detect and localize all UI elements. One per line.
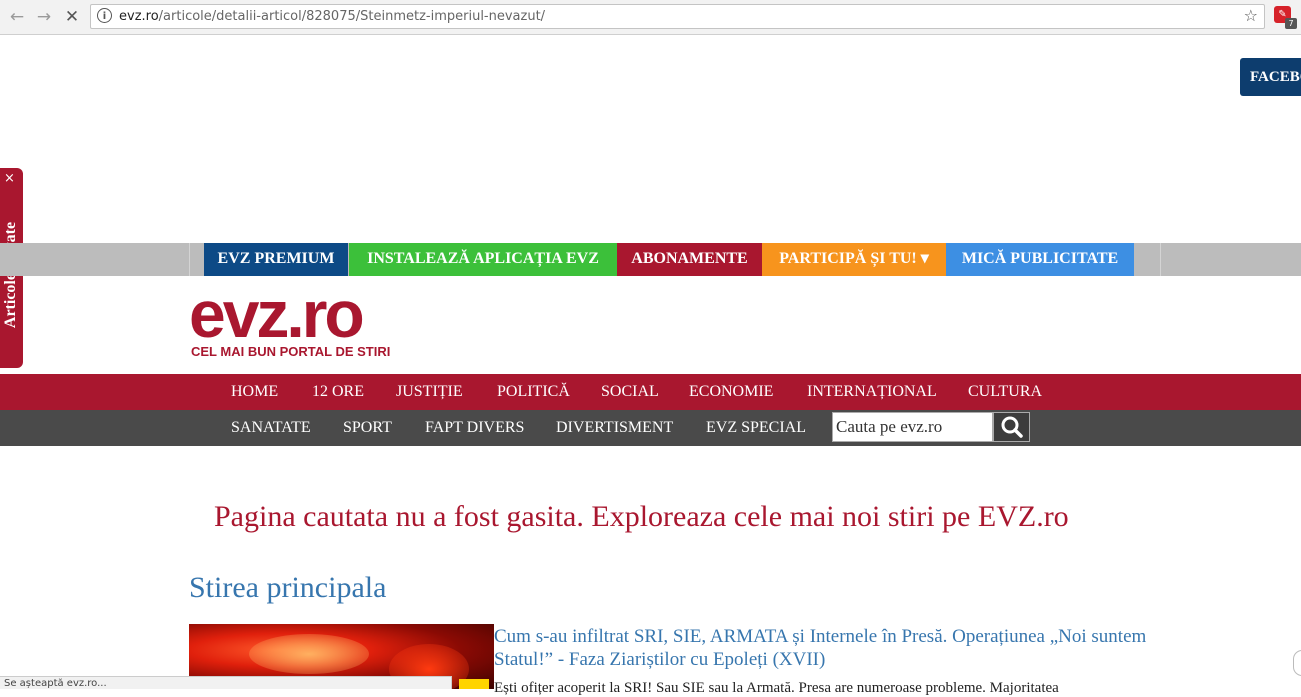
nav-justitie[interactable]: JUSTIȚIE (396, 374, 463, 410)
secondary-nav: SANATATE SPORT FAPT DIVERS DIVERTISMENT … (0, 410, 1301, 446)
url-text[interactable]: evz.ro/articole/detalii-articol/828075/S… (119, 9, 545, 24)
facebook-button[interactable]: FACEBOOK (1240, 58, 1301, 96)
extension-badge: 7 (1285, 18, 1297, 29)
image-highlight (249, 634, 369, 674)
stop-loading-button[interactable]: ✕ (61, 6, 83, 28)
nav-international[interactable]: INTERNAȚIONAL (807, 374, 937, 410)
nav-home[interactable]: HOME (231, 374, 278, 410)
section-title: Stirea principala (189, 571, 387, 604)
subscriptions-link[interactable]: ABONAMENTE (617, 243, 762, 276)
address-bar[interactable]: i evz.ro/articole/detalii-articol/828075… (90, 4, 1265, 29)
not-found-message: Pagina cautata nu a fost gasita. Explore… (214, 500, 1069, 533)
search-button[interactable] (993, 412, 1030, 442)
site-logo[interactable]: evz.ro CEL MAI BUN PORTAL DE STIRI (189, 277, 391, 359)
logo-text: evz.ro (189, 277, 365, 351)
primary-nav: HOME 12 ORE JUSTIȚIE POLITICĂ SOCIAL ECO… (0, 374, 1301, 410)
close-icon[interactable]: × (4, 171, 15, 186)
top-promo-bar: EVZ PREMIUM INSTALEAZĂ APLICAȚIA EVZ ABO… (0, 243, 1301, 276)
scroll-indicator[interactable] (1293, 650, 1301, 676)
nav-divertisment[interactable]: DIVERTISMENT (556, 410, 673, 446)
evz-premium-link[interactable]: EVZ PREMIUM (204, 243, 348, 276)
nav-economie[interactable]: ECONOMIE (689, 374, 773, 410)
nav-12-ore[interactable]: 12 ORE (312, 374, 364, 410)
bookmark-star-icon[interactable]: ☆ (1244, 6, 1258, 25)
nav-cultura[interactable]: CULTURA (968, 374, 1042, 410)
image-detail (459, 679, 489, 689)
install-app-link[interactable]: INSTALEAZĂ APLICAȚIA EVZ (349, 243, 617, 276)
status-bar: Se așteaptă evz.ro... (0, 676, 452, 689)
classifieds-link[interactable]: MICĂ PUBLICITATE (946, 243, 1134, 276)
nav-sanatate[interactable]: SANATATE (231, 410, 311, 446)
participate-dropdown[interactable]: PARTICIPĂ ȘI TU! ▾ (762, 243, 946, 276)
article-headline[interactable]: Cum s-au infiltrat SRI, SIE, ARMATA și I… (494, 625, 1174, 671)
site-info-icon[interactable]: i (97, 8, 112, 23)
back-button[interactable]: ← (6, 6, 28, 28)
nav-fapt-divers[interactable]: FAPT DIVERS (425, 410, 524, 446)
search-icon (1001, 416, 1023, 438)
nav-evz-special[interactable]: EVZ SPECIAL (706, 410, 806, 446)
logo-tagline: CEL MAI BUN PORTAL DE STIRI (191, 344, 391, 359)
nav-social[interactable]: SOCIAL (601, 374, 659, 410)
forward-button[interactable]: → (33, 6, 55, 28)
nav-sport[interactable]: SPORT (343, 410, 392, 446)
nav-politica[interactable]: POLITICĂ (497, 374, 570, 410)
search-input[interactable]: Cauta pe evz.ro (832, 412, 993, 442)
url-path: /articole/detalii-articol/828075/Steinme… (158, 9, 546, 24)
browser-toolbar: ← → ✕ i evz.ro/articole/detalii-articol/… (0, 0, 1301, 35)
url-host: evz.ro (119, 9, 159, 24)
